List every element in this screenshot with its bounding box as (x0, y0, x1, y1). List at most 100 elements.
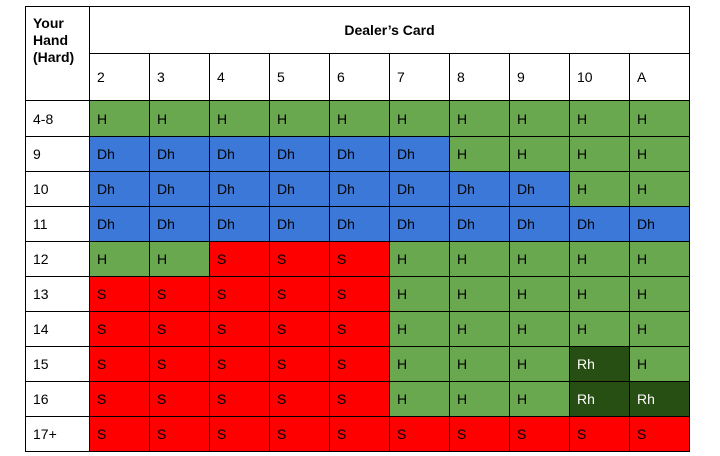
strategy-cell: S (329, 311, 390, 347)
player-hand-label: 15 (25, 346, 90, 382)
strategy-cell: Dh (389, 206, 450, 242)
strategy-cell: S (329, 381, 390, 417)
strategy-cell: S (269, 311, 330, 347)
strategy-cell: S (269, 416, 330, 452)
strategy-cell: H (509, 136, 570, 172)
strategy-cell: H (509, 241, 570, 277)
dealer-card-6: 6 (329, 53, 390, 101)
strategy-cell: S (329, 346, 390, 382)
strategy-cell: H (329, 100, 390, 137)
dealer-card-header: Dealer’s Card (88, 6, 691, 54)
strategy-cell: H (89, 241, 150, 277)
strategy-cell: H (628, 100, 691, 137)
strategy-cell: Dh (449, 206, 510, 242)
strategy-cell: H (509, 276, 570, 312)
hard-hand-strategy-table: Your Hand (Hard) Dealer’s Card 234567891… (25, 6, 691, 452)
strategy-cell: Dh (209, 206, 270, 242)
table-row: 10 Dh Dh Dh Dh Dh Dh Dh Dh H H (25, 171, 691, 207)
strategy-cell: Dh (149, 206, 210, 242)
strategy-cell: S (569, 416, 630, 452)
strategy-cell: Dh (389, 136, 450, 172)
dealer-card-10: 10 (569, 53, 630, 101)
table-row: 13 S S S S S H H H H H (25, 276, 691, 312)
player-hand-label: 13 (25, 276, 90, 312)
strategy-cell: Dh (389, 171, 450, 207)
strategy-cell: S (509, 416, 570, 452)
strategy-cell: S (149, 416, 210, 452)
table-row: 17+ S S S S S S S S S S (25, 416, 691, 452)
strategy-cell: S (269, 276, 330, 312)
player-hand-label: 4-8 (25, 100, 90, 137)
strategy-cell: S (329, 416, 390, 452)
strategy-cell: H (449, 381, 510, 417)
strategy-cell: H (389, 346, 450, 382)
dealer-card-3: 3 (149, 53, 210, 101)
strategy-cell: Dh (569, 206, 630, 242)
strategy-cell: Dh (329, 206, 390, 242)
player-hand-label: 9 (25, 136, 90, 172)
table-row: 4-8 H H H H H H H H H H (25, 100, 691, 137)
table-row: 14 S S S S S H H H H H (25, 311, 691, 347)
strategy-cell: Dh (329, 136, 390, 172)
player-hand-label: 14 (25, 311, 90, 347)
strategy-cell: Rh (569, 346, 630, 382)
strategy-cell: S (89, 311, 150, 347)
strategy-cell: H (628, 171, 691, 207)
strategy-cell: Rh (569, 381, 630, 417)
strategy-cell: H (628, 241, 691, 277)
strategy-cell: H (389, 100, 450, 137)
strategy-cell: H (509, 100, 570, 137)
dealer-card-9: 9 (509, 53, 570, 101)
dealer-card-a: A (628, 53, 691, 101)
table-row: 15 S S S S S H H H Rh H (25, 346, 691, 382)
strategy-cell: H (569, 171, 630, 207)
strategy-cell: Dh (149, 136, 210, 172)
strategy-cell: H (449, 276, 510, 312)
strategy-cell: H (509, 311, 570, 347)
strategy-cell: H (569, 100, 630, 137)
strategy-cell: Dh (329, 171, 390, 207)
strategy-cell: S (149, 276, 210, 312)
strategy-cell: S (628, 416, 691, 452)
strategy-cell: H (569, 276, 630, 312)
player-hand-label: 17+ (25, 416, 90, 452)
strategy-cell: S (149, 381, 210, 417)
strategy-cell: Rh (628, 381, 691, 417)
strategy-cell: H (449, 346, 510, 382)
table-row: 11 Dh Dh Dh Dh Dh Dh Dh Dh Dh Dh (25, 206, 691, 242)
strategy-cell: H (569, 136, 630, 172)
strategy-cell: Dh (269, 136, 330, 172)
strategy-rows: 4-8 H H H H H H H H H H 9 Dh Dh Dh Dh Dh Dh H H H H 10 Dh Dh Dh Dh… (25, 100, 691, 452)
strategy-cell: H (449, 241, 510, 277)
your-hand-hard-header: Your Hand (Hard) (25, 6, 90, 101)
table-row: 12 H H S S S H H H H H (25, 241, 691, 277)
strategy-cell: S (89, 416, 150, 452)
player-hand-label: 12 (25, 241, 90, 277)
player-hand-label: 11 (25, 206, 90, 242)
strategy-cell: H (389, 241, 450, 277)
strategy-cell: H (449, 311, 510, 347)
strategy-cell: S (329, 276, 390, 312)
strategy-cell: H (628, 136, 691, 172)
strategy-cell: Dh (269, 171, 330, 207)
strategy-cell: S (209, 381, 270, 417)
strategy-cell: Dh (209, 136, 270, 172)
strategy-cell: S (89, 346, 150, 382)
strategy-cell: S (209, 241, 270, 277)
strategy-cell: H (509, 346, 570, 382)
table-row: 9 Dh Dh Dh Dh Dh Dh H H H H (25, 136, 691, 172)
dealer-card-7: 7 (389, 53, 450, 101)
strategy-cell: H (89, 100, 150, 137)
strategy-cell: Dh (89, 171, 150, 207)
strategy-cell: H (628, 276, 691, 312)
player-hand-label: 10 (25, 171, 90, 207)
strategy-cell: S (209, 416, 270, 452)
strategy-cell: S (389, 416, 450, 452)
strategy-cell: S (329, 241, 390, 277)
dealer-card-8: 8 (449, 53, 510, 101)
strategy-cell: H (449, 136, 510, 172)
dealer-card-values-row: 2 3 4 5 6 7 8 9 10 A (26, 53, 691, 101)
strategy-cell: S (269, 241, 330, 277)
strategy-cell: S (149, 311, 210, 347)
strategy-cell: H (628, 346, 691, 382)
